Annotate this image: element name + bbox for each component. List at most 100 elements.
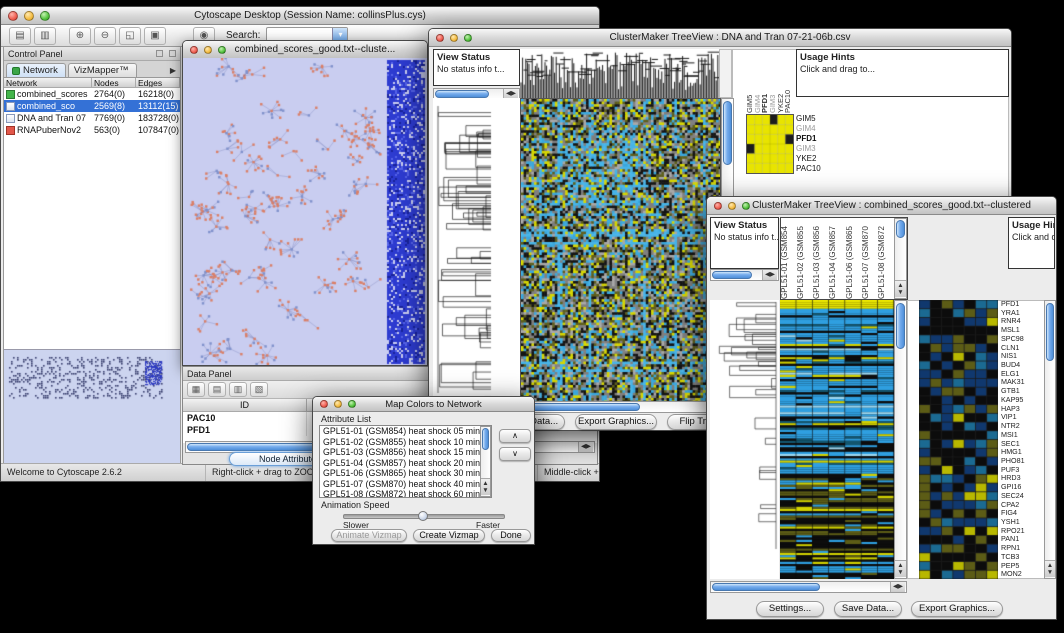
gene-label[interactable]: CLN1 [1001, 344, 1044, 353]
gene-label[interactable]: HAP3 [1001, 405, 1044, 414]
maximize-button[interactable] [40, 11, 50, 21]
animation-speed-slider[interactable] [343, 514, 505, 519]
close-panel-icon[interactable] [169, 50, 176, 57]
gene-label[interactable]: GPI16 [1001, 483, 1044, 492]
column-id[interactable]: ID [183, 399, 307, 412]
gene-label[interactable]: BUD4 [1001, 361, 1044, 370]
vscroll-thumb[interactable] [723, 101, 732, 165]
gene-label[interactable]: ELG1 [1001, 370, 1044, 379]
attribute-item[interactable]: GPL51-04 (GSM857) heat shock 20 min [320, 458, 491, 469]
zoom-vscrollbar[interactable]: ▲▼ [1044, 300, 1056, 579]
move-down-button[interactable]: ∨ [499, 447, 531, 461]
minimize-button[interactable] [24, 11, 34, 21]
gene-label[interactable]: SPC98 [1001, 335, 1044, 344]
scroll-left-right-icons[interactable]: ◀▶ [762, 270, 777, 280]
hscroll-thumb[interactable] [712, 583, 820, 591]
dialog-titlebar[interactable]: Map Colors to Network [313, 397, 534, 412]
gene-label[interactable]: MON2 [1001, 570, 1044, 579]
gene-label[interactable]: MAK31 [1001, 378, 1044, 387]
attribute-item[interactable]: GPL51-06 (GSM865) heat shock 30 min [320, 468, 491, 479]
gene-label[interactable]: PFD1 [1001, 300, 1044, 309]
maximize-button[interactable] [218, 46, 226, 54]
heatmap-hscrollbar[interactable]: ◀▶ [520, 401, 732, 413]
hscroll-thumb[interactable] [712, 271, 752, 279]
network-list-row[interactable]: DNA and Tran 07 7769(0) 183728(0) [4, 112, 180, 124]
tab-network[interactable]: Network [6, 63, 66, 77]
zoom-out-icon[interactable]: ⊖ [94, 27, 116, 45]
move-up-button[interactable]: ∧ [499, 429, 531, 443]
settings-button[interactable]: Settings... [756, 601, 824, 617]
close-button[interactable] [320, 400, 328, 408]
network-graph-canvas[interactable] [183, 58, 427, 365]
attribute-item[interactable]: GPL51-01 (GSM854) heat shock 05 min [320, 426, 491, 437]
close-button[interactable] [714, 202, 722, 210]
zoom-row-label[interactable]: GIM5 [796, 114, 836, 124]
zoom-row-label[interactable]: GIM4 [796, 124, 836, 134]
column-network[interactable]: Network [4, 78, 92, 88]
attribute-item[interactable]: GPL51-03 (GSM856) heat shock 15 min [320, 447, 491, 458]
scroll-left-right-icons[interactable]: ◀▶ [890, 582, 905, 592]
hscroll-thumb[interactable] [522, 403, 640, 411]
gene-label[interactable]: HMG1 [1001, 448, 1044, 457]
network-list-row[interactable]: combined_sco 2569(8) 13112(15) [4, 100, 180, 112]
zoom-in-icon[interactable]: ⊕ [69, 27, 91, 45]
attribute-item[interactable]: GPL51-08 (GSM872) heat shock 60 min [320, 489, 491, 498]
gene-label[interactable]: SEC24 [1001, 492, 1044, 501]
scroll-up-down-icons[interactable]: ▲▼ [481, 478, 490, 495]
scroll-up-down-icons[interactable]: ▲▼ [895, 280, 906, 297]
create-attribute-icon[interactable]: ▤ [208, 382, 226, 397]
maximize-button[interactable] [464, 34, 472, 42]
gene-label[interactable]: MSI1 [1001, 431, 1044, 440]
attribute-item[interactable]: GPL51-02 (GSM855) heat shock 10 min [320, 437, 491, 448]
minimize-button[interactable] [204, 46, 212, 54]
heatmap-global-view[interactable] [780, 300, 894, 579]
vscroll-thumb[interactable] [896, 220, 905, 238]
maximize-button[interactable] [348, 400, 356, 408]
heatmap-hscrollbar[interactable]: ◀▶ [710, 581, 907, 593]
column-dendrogram[interactable] [520, 49, 719, 98]
column-edges[interactable]: Edges [136, 78, 180, 88]
gene-label[interactable]: NIS1 [1001, 352, 1044, 361]
save-data-button[interactable]: Save Data... [834, 601, 902, 617]
column-nodes[interactable]: Nodes [92, 78, 136, 88]
zoom-row-label[interactable]: YKE2 [796, 154, 836, 164]
tab-overflow-button[interactable]: ▶ [170, 66, 180, 77]
gene-label[interactable]: KAP95 [1001, 396, 1044, 405]
gene-label[interactable]: FIG4 [1001, 509, 1044, 518]
maximize-button[interactable] [742, 202, 750, 210]
slider-thumb[interactable] [418, 511, 428, 521]
network-list-row[interactable]: combined_scores 2764(0) 16218(0) [4, 88, 180, 100]
gene-label[interactable]: VIP1 [1001, 413, 1044, 422]
minimize-button[interactable] [334, 400, 342, 408]
delete-attribute-icon[interactable]: ▥ [229, 382, 247, 397]
heatmap-zoom-view[interactable] [919, 300, 998, 579]
open-session-icon[interactable]: ▤ [9, 27, 31, 45]
row-dendrogram[interactable] [433, 98, 520, 401]
treeview-dna-titlebar[interactable]: ClusterMaker TreeView : DNA and Tran 07-… [429, 29, 1011, 47]
gene-label[interactable]: RPN1 [1001, 544, 1044, 553]
gene-label[interactable]: RPO21 [1001, 527, 1044, 536]
close-button[interactable] [436, 34, 444, 42]
gene-label[interactable]: TCB3 [1001, 553, 1044, 562]
gene-label[interactable]: PHO81 [1001, 457, 1044, 466]
minimize-button[interactable] [450, 34, 458, 42]
done-button[interactable]: Done [491, 529, 531, 542]
create-vizmap-button[interactable]: Create Vizmap [413, 529, 485, 542]
gene-label[interactable]: PAN1 [1001, 535, 1044, 544]
vscroll-thumb[interactable] [482, 428, 489, 450]
float-panel-icon[interactable] [156, 50, 163, 57]
network-list-row[interactable]: RNAPuberNov2 563(0) 107847(0) [4, 124, 180, 136]
hscroll-thumb[interactable] [435, 90, 489, 98]
gene-label[interactable]: SEC1 [1001, 440, 1044, 449]
minimize-button[interactable] [728, 202, 736, 210]
close-button[interactable] [8, 11, 18, 21]
gene-label[interactable]: PEP5 [1001, 562, 1044, 571]
heatmap-vscrollbar[interactable]: ▲▼ [894, 300, 907, 579]
gene-label[interactable]: YRA1 [1001, 309, 1044, 318]
gene-label[interactable]: RNR4 [1001, 317, 1044, 326]
zoom-row-label[interactable]: PFD1 [796, 134, 836, 144]
export-graphics-button[interactable]: Export Graphics... [575, 414, 657, 430]
vscroll-thumb[interactable] [1046, 303, 1054, 361]
treeview-combined-titlebar[interactable]: ClusterMaker TreeView : combined_scores_… [707, 197, 1056, 215]
gene-label[interactable]: HRD3 [1001, 474, 1044, 483]
